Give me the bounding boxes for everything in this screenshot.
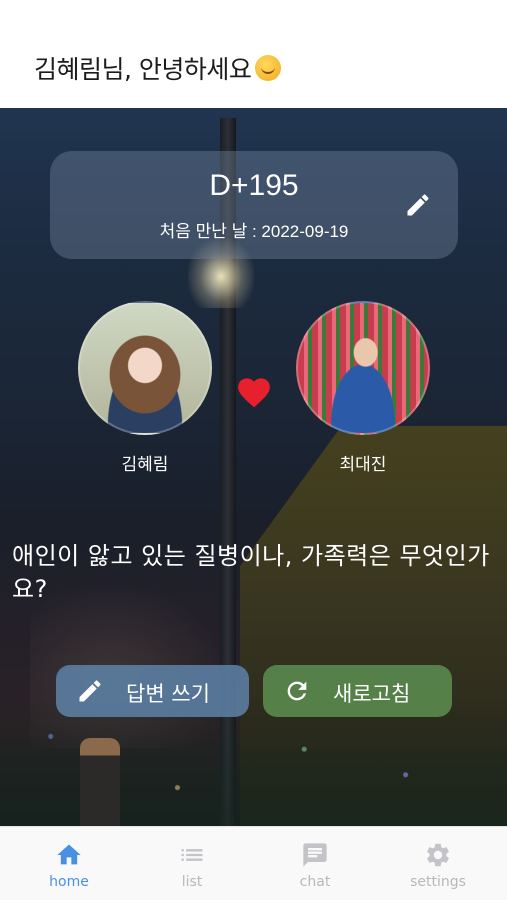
app-header: 김혜림님, 안녕하세요 (0, 0, 507, 108)
dday-card: D+195 처음 만난 날 : 2022-09-19 (50, 151, 458, 259)
tab-chat[interactable]: chat (253, 827, 377, 900)
background-building (240, 426, 507, 826)
tab-list[interactable]: list (130, 827, 254, 900)
pencil-icon (79, 680, 101, 702)
dday-count: D+195 (209, 169, 299, 202)
gear-icon (427, 843, 449, 867)
edit-pencil-icon[interactable] (404, 191, 432, 219)
partner-right-name: 최대진 (339, 455, 387, 475)
home-icon (57, 844, 81, 865)
bottom-tab-bar: home list chat settings (0, 826, 507, 900)
heart-icon (238, 378, 270, 408)
tab-chat-label: chat (299, 874, 331, 890)
daily-question: 애인이 앓고 있는 질병이나, 가족력은 무엇인가요? (12, 542, 490, 603)
tab-list-label: list (181, 874, 203, 890)
greeting: 김혜림님, 안녕하세요 (34, 50, 282, 86)
background-figure (80, 738, 120, 826)
write-answer-label: 답변 쓰기 (126, 682, 210, 706)
greeting-text: 김혜림님, 안녕하세요 (34, 55, 252, 84)
refresh-button[interactable]: 새로고침 (263, 665, 452, 717)
tab-home[interactable]: home (7, 827, 131, 900)
first-met-date: 처음 만난 날 : 2022-09-19 (159, 222, 349, 241)
tab-settings[interactable]: settings (376, 827, 500, 900)
write-answer-button[interactable]: 답변 쓰기 (56, 665, 249, 717)
refresh-label: 새로고침 (333, 682, 411, 706)
hugging-face-icon (255, 55, 282, 81)
background-festival-lights (0, 698, 507, 826)
list-icon (181, 849, 203, 861)
home-background-scene: D+195 처음 만난 날 : 2022-09-19 김혜림 최대진 애인이 앓… (0, 108, 507, 826)
avatar-partner-left[interactable] (78, 301, 212, 435)
tab-settings-label: settings (410, 874, 466, 890)
avatar-partner-right[interactable] (296, 301, 430, 435)
partner-left-name: 김혜림 (121, 455, 169, 475)
refresh-icon (287, 681, 307, 701)
chat-icon (303, 843, 327, 867)
tab-home-label: home (49, 874, 89, 890)
